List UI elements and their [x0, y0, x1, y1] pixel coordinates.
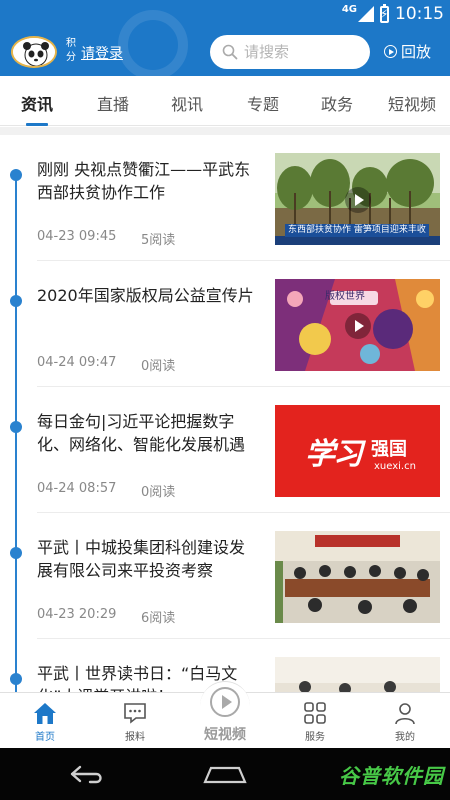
login-link[interactable]: 请登录	[81, 43, 123, 63]
news-thumbnail[interactable]: 学习 强国 xuexi.cn	[275, 405, 440, 497]
timeline-dot	[10, 295, 22, 307]
nav-service[interactable]: 服务	[285, 693, 345, 749]
play-icon[interactable]	[345, 187, 371, 213]
replay-button[interactable]: 回放	[384, 41, 431, 62]
user-icon	[395, 703, 415, 725]
news-date: 04-24 09:47	[37, 355, 117, 370]
xuexi-url: xuexi.cn	[374, 461, 416, 472]
news-title: 刚刚 央视点赞衢江——平武东西部扶贫协作工作	[37, 160, 251, 202]
section-separator	[0, 127, 450, 135]
news-thumbnail[interactable]	[275, 531, 440, 623]
timeline-dot	[10, 673, 22, 685]
tab-live[interactable]: 直播	[97, 91, 129, 115]
chat-report-icon	[124, 703, 146, 724]
status-bar: 4G ⚡ 10:15	[0, 0, 450, 28]
news-thumbnail[interactable]: 东西部扶贫协作 雷笋项目迎来丰收	[275, 153, 440, 245]
nav-home-label: 首页	[35, 732, 55, 743]
tab-government[interactable]: 政务	[321, 91, 353, 115]
news-date: 04-23 20:29	[37, 607, 117, 622]
header-decoration	[118, 10, 188, 80]
app-screen: 4G ⚡ 10:15 积分 请登录 请搜索 回放 资讯 直播 视讯 专题 政务 …	[0, 0, 450, 800]
news-read-count: 6阅读	[141, 611, 176, 626]
timeline-dot	[10, 547, 22, 559]
thumbnail-caption: 东西部扶贫协作 雷笋项目迎来丰收	[285, 224, 429, 237]
play-circle-icon	[384, 45, 397, 58]
news-feed[interactable]: 刚刚 央视点赞衢江——平武东西部扶贫协作工作 04-23 09:45 5阅读 东…	[0, 135, 450, 692]
search-input[interactable]	[244, 43, 354, 61]
news-title: 平武丨中城投集团科创建设发展有限公司来平投资考察	[37, 538, 246, 580]
news-title: 每日金句|习近平论把握数字化、网络化、智能化发展机遇	[37, 412, 246, 454]
app-header: 积分 请登录 回放	[0, 10, 450, 80]
news-read-count: 5阅读	[141, 233, 176, 248]
back-icon[interactable]	[68, 762, 108, 786]
classroom-photo-image	[275, 657, 440, 692]
tab-news[interactable]: 资讯	[21, 91, 53, 115]
avatar[interactable]	[11, 36, 57, 68]
nav-mine-label: 我的	[395, 732, 415, 743]
news-date: 04-24 08:57	[37, 481, 117, 496]
nav-short-video-label[interactable]: 短视频	[195, 724, 255, 744]
news-read-count: 0阅读	[141, 485, 176, 500]
active-tab-indicator	[26, 123, 48, 126]
play-icon[interactable]	[345, 313, 371, 339]
timeline-dot	[10, 421, 22, 433]
nav-report[interactable]: 报料	[105, 693, 165, 749]
tab-topics[interactable]: 专题	[247, 91, 279, 115]
battery-icon: ⚡	[380, 3, 389, 23]
system-navigation-bar: 谷普软件园	[0, 748, 450, 800]
news-date: 04-23 09:45	[37, 229, 117, 244]
home-system-icon[interactable]	[203, 766, 247, 784]
tab-short-video[interactable]: 短视频	[388, 91, 436, 115]
grid-service-icon	[304, 702, 326, 724]
bottom-navigation: 首页 报料 短视频 服务 我的	[0, 681, 450, 749]
news-thumbnail[interactable]	[275, 657, 440, 692]
search-icon	[222, 44, 238, 60]
xuexi-logo: 学习	[305, 437, 363, 472]
nav-service-label: 服务	[305, 732, 325, 743]
status-time: 10:15	[395, 4, 444, 24]
tab-video[interactable]: 视讯	[171, 91, 203, 115]
news-item[interactable]: 2020年国家版权局公益宣传片 04-24 09:47 0阅读 版权世界	[0, 261, 450, 387]
meeting-photo-image	[275, 531, 440, 623]
nav-mine[interactable]: 我的	[375, 693, 435, 749]
short-video-play-icon[interactable]	[210, 687, 240, 717]
watermark-logo: 谷普软件园	[339, 764, 444, 788]
news-read-count: 0阅读	[141, 359, 176, 374]
home-icon	[34, 703, 56, 724]
search-box[interactable]	[210, 35, 370, 69]
network-type: 4G	[341, 3, 357, 15]
nav-home[interactable]: 首页	[15, 693, 75, 749]
credit-label: 积分	[66, 38, 76, 63]
signal-icon	[358, 6, 374, 22]
news-thumbnail[interactable]: 版权世界	[275, 279, 440, 371]
replay-label: 回放	[401, 43, 432, 61]
category-tabs: 资讯 直播 视讯 专题 政务 短视频	[0, 76, 450, 126]
thumbnail-caption: 版权世界	[325, 291, 365, 302]
news-item[interactable]: 刚刚 央视点赞衢江——平武东西部扶贫协作工作 04-23 09:45 5阅读 东…	[0, 135, 450, 261]
panda-logo-icon	[13, 38, 55, 66]
timeline-dot	[10, 169, 22, 181]
news-item[interactable]: 平武丨中城投集团科创建设发展有限公司来平投资考察 04-23 20:29 6阅读	[0, 513, 450, 639]
xuexi-logo-sub: 强国	[371, 439, 407, 460]
nav-report-label: 报料	[125, 732, 145, 743]
news-item[interactable]: 每日金句|习近平论把握数字化、网络化、智能化发展机遇 04-24 08:57 0…	[0, 387, 450, 513]
news-title: 2020年国家版权局公益宣传片	[37, 286, 254, 305]
